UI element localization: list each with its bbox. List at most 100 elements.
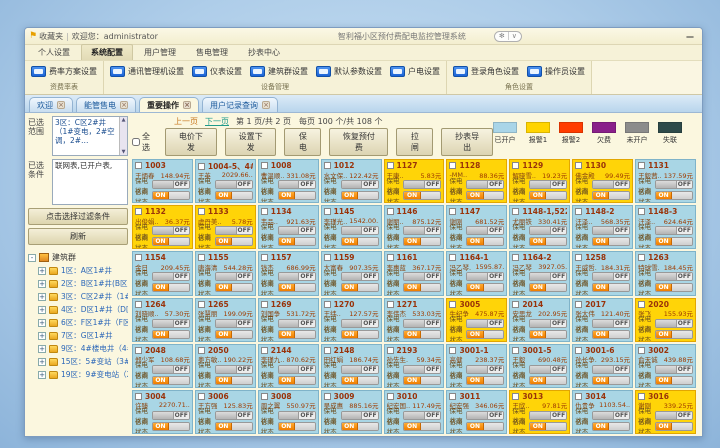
keep-power-toggle[interactable]: OFF: [341, 411, 379, 420]
meter-card[interactable]: 1159 大富春 907.35元 保电状态 OFF 合闸状态: [321, 251, 382, 295]
meter-card[interactable]: 1270 王纬.. 127.57元 保电状态 OFF 合闸状: [321, 298, 382, 342]
meter-card[interactable]: 1132 出俊娟.. 36.37元 保电状态 OFF 合闸状: [132, 205, 193, 249]
keep-power-toggle[interactable]: OFF: [466, 272, 504, 281]
expand-icon[interactable]: +: [38, 306, 46, 314]
keep-power-toggle[interactable]: OFF: [152, 180, 190, 189]
tree-item[interactable]: + 1区：A区1#井: [38, 265, 128, 276]
card-checkbox[interactable]: [261, 393, 268, 400]
meter-card[interactable]: 3001-1 高健 238.37元 保电状态 OFF 合闸状: [446, 344, 507, 388]
tab-close-icon[interactable]: ×: [57, 101, 65, 109]
tree-item[interactable]: + 2区：B区1#井(B区1#: [38, 278, 128, 289]
switch-state-toggle[interactable]: ON: [278, 283, 316, 292]
expand-icon[interactable]: +: [38, 358, 46, 366]
toolbar-button[interactable]: 抄表导出: [441, 128, 493, 156]
meter-card[interactable]: 1164-2 冯乙琴 3927.05. 保电状态 OFF 合: [509, 251, 570, 295]
ribbon-button[interactable]: 建筑群设置: [247, 64, 311, 79]
condition-box[interactable]: 联网表,已开户表,: [52, 159, 128, 205]
switch-state-toggle[interactable]: ON: [655, 237, 693, 246]
meter-card[interactable]: 1008 曹温顺.. 331.08元 保电状态 OFF 合闸: [258, 159, 319, 203]
keep-power-toggle[interactable]: OFF: [341, 226, 379, 235]
keep-power-toggle[interactable]: OFF: [529, 226, 567, 235]
keep-power-toggle[interactable]: OFF: [403, 226, 441, 235]
tree-root[interactable]: - 建筑群: [28, 252, 128, 263]
keep-power-toggle[interactable]: OFF: [341, 272, 379, 281]
toolbar-button[interactable]: 拉闸: [396, 128, 433, 156]
card-checkbox[interactable]: [575, 301, 582, 308]
keep-power-toggle[interactable]: OFF: [152, 319, 190, 328]
switch-state-toggle[interactable]: ON: [215, 330, 253, 339]
switch-state-toggle[interactable]: ON: [278, 330, 316, 339]
meter-card[interactable]: 1133 虚丹美.. 5.78元 保电状态 OFF 合闸状态: [195, 205, 256, 249]
switch-state-toggle[interactable]: ON: [592, 191, 630, 200]
keep-power-toggle[interactable]: OFF: [341, 319, 379, 328]
switch-state-toggle[interactable]: ON: [466, 422, 504, 431]
keep-power-toggle[interactable]: OFF: [655, 226, 693, 235]
card-checkbox[interactable]: [575, 162, 582, 169]
switch-state-toggle[interactable]: ON: [466, 283, 504, 292]
switch-state-toggle[interactable]: ON: [341, 283, 379, 292]
keep-power-toggle[interactable]: OFF: [278, 411, 316, 420]
meter-card[interactable]: 1148-3 汪泽.. 624.64元 保电状态 OFF 合: [635, 205, 696, 249]
expand-icon[interactable]: +: [38, 267, 46, 275]
switch-state-toggle[interactable]: ON: [341, 237, 379, 246]
switch-state-toggle[interactable]: ON: [466, 376, 504, 385]
next-page-link[interactable]: 下一页: [205, 116, 229, 127]
meter-card[interactable]: 1271 李伟杰 533.03元 保电状态 OFF 合闸状态: [384, 298, 445, 342]
meter-card[interactable]: 3016 谢刚 339.25元 保电状态 OFF 合闸状态: [635, 390, 696, 434]
switch-state-toggle[interactable]: ON: [278, 376, 316, 385]
document-tab[interactable]: 重要操作 ×: [139, 97, 199, 112]
switch-state-toggle[interactable]: ON: [215, 376, 253, 385]
switch-state-toggle[interactable]: ON: [215, 191, 253, 200]
card-checkbox[interactable]: [512, 254, 519, 261]
keep-power-toggle[interactable]: OFF: [529, 411, 567, 420]
switch-state-toggle[interactable]: ON: [403, 237, 441, 246]
keep-power-toggle[interactable]: OFF: [278, 180, 316, 189]
menu-item[interactable]: 售电管理: [187, 45, 237, 60]
meter-card[interactable]: 1004-5、4#一 王英 2029.66.. 保电状态 OFF: [195, 159, 256, 203]
card-checkbox[interactable]: [261, 162, 268, 169]
meter-card[interactable]: 3004 许臻 2270.71.. 保电状态 OFF 合闸状: [132, 390, 193, 434]
switch-state-toggle[interactable]: ON: [341, 376, 379, 385]
card-checkbox[interactable]: [261, 208, 268, 215]
switch-state-toggle[interactable]: ON: [341, 191, 379, 200]
prev-page-link[interactable]: 上一页: [174, 116, 198, 127]
switch-state-toggle[interactable]: ON: [278, 191, 316, 200]
document-tab[interactable]: 能管售电 ×: [76, 97, 136, 112]
card-checkbox[interactable]: [198, 347, 205, 354]
card-checkbox[interactable]: [324, 208, 331, 215]
keep-power-toggle[interactable]: OFF: [466, 365, 504, 374]
keep-power-toggle[interactable]: OFF: [466, 319, 504, 328]
keep-power-toggle[interactable]: OFF: [215, 180, 253, 189]
switch-state-toggle[interactable]: ON: [403, 376, 441, 385]
card-checkbox[interactable]: [638, 301, 645, 308]
meter-card[interactable]: 1146 谢丽.. 875.12元 保电状态 OFF 合闸状: [384, 205, 445, 249]
switch-state-toggle[interactable]: ON: [152, 330, 190, 339]
keep-power-toggle[interactable]: OFF: [215, 319, 253, 328]
tree-item[interactable]: + 19区：9#变电站（2#: [38, 369, 128, 380]
switch-state-toggle[interactable]: ON: [403, 283, 441, 292]
keep-power-toggle[interactable]: OFF: [152, 226, 190, 235]
card-checkbox[interactable]: [135, 254, 142, 261]
card-checkbox[interactable]: [575, 254, 582, 261]
tab-close-icon[interactable]: ×: [183, 101, 191, 109]
keep-power-toggle[interactable]: OFF: [592, 411, 630, 420]
keep-power-toggle[interactable]: OFF: [215, 272, 253, 281]
minimize-button[interactable]: —: [682, 32, 698, 41]
card-checkbox[interactable]: [387, 393, 394, 400]
card-checkbox[interactable]: [449, 301, 456, 308]
meter-card[interactable]: 2050 奥方敏.. 190.22元 保电状态 OFF 合闸: [195, 344, 256, 388]
card-checkbox[interactable]: [135, 162, 142, 169]
keep-power-toggle[interactable]: OFF: [215, 411, 253, 420]
keep-power-toggle[interactable]: OFF: [152, 365, 190, 374]
card-checkbox[interactable]: [324, 301, 331, 308]
keep-power-toggle[interactable]: OFF: [341, 180, 379, 189]
card-checkbox[interactable]: [387, 162, 394, 169]
card-checkbox[interactable]: [387, 301, 394, 308]
card-checkbox[interactable]: [198, 208, 205, 215]
meter-card[interactable]: 3001-6 孙长争. 293.15元 保电状态 OFF 合: [572, 344, 633, 388]
switch-state-toggle[interactable]: ON: [152, 191, 190, 200]
switch-state-toggle[interactable]: ON: [341, 422, 379, 431]
card-checkbox[interactable]: [638, 208, 645, 215]
meter-card[interactable]: 1148-2 汪泽.. 568.35元 保电状态 OFF 合: [572, 205, 633, 249]
switch-state-toggle[interactable]: ON: [529, 283, 567, 292]
